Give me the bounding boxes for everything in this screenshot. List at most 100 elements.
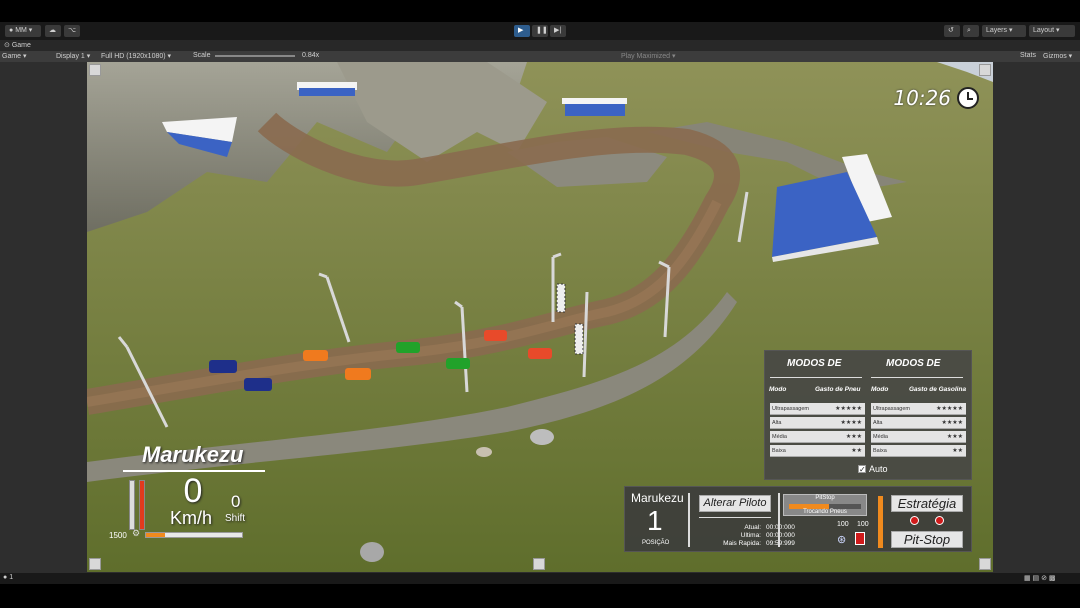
play-maximized-label: Play Maximized xyxy=(621,53,671,60)
best-time-value: 09:59:999 xyxy=(766,540,795,547)
console-indicator[interactable]: ● 1 xyxy=(3,574,13,581)
tire-mode-row[interactable]: Baixa ★★ xyxy=(770,445,865,457)
pause-button[interactable]: ❚❚ xyxy=(532,25,548,37)
race-info-panel: Marukezu 1 POSIÇÃO Alterar Piloto Atual:… xyxy=(624,486,972,552)
last-time-value: 00:00:000 xyxy=(766,532,795,539)
divider xyxy=(778,493,780,547)
strategy-button[interactable]: Estratégia xyxy=(891,495,963,512)
fuel-mode-header: Modo xyxy=(871,386,889,393)
cloud-icon[interactable]: ☁ xyxy=(45,25,61,37)
mode-label: Média xyxy=(772,434,787,440)
tire-mode-row[interactable]: Alta ★★★★ xyxy=(770,417,865,429)
lap-time-values: 00:00:000 00:00:000 09:59:999 xyxy=(766,524,795,548)
mode-stars: ★★★ xyxy=(845,434,862,440)
status-bar: ● 1 ▦ ▤ ⊘ ▩ xyxy=(0,573,1080,584)
game-view-toolbar: Game ▾ Display 1 ▾ Full HD (1920x1080) ▾… xyxy=(0,51,1080,62)
stats-button[interactable]: Stats xyxy=(1020,52,1036,59)
gizmos-dropdown[interactable]: Gizmos ▾ xyxy=(1043,52,1072,60)
mode-label: Média xyxy=(873,434,888,440)
layers-label: Layers xyxy=(986,27,1008,34)
display-dropdown[interactable]: Display 1 ▾ xyxy=(56,52,90,60)
divider xyxy=(871,377,963,378)
fuel-mode-row[interactable]: Baixa ★★ xyxy=(871,445,966,457)
brake-gauge xyxy=(139,480,145,530)
modes-panel: MODOS DE MODOS DE Modo Gasto de Pneu Mod… xyxy=(764,350,972,480)
game-tab-label: Game xyxy=(11,42,31,49)
fuel-mode-row[interactable]: Alta ★★★★ xyxy=(871,417,966,429)
status-icons[interactable]: ▦ ▤ ⊘ ▩ xyxy=(1024,574,1056,582)
divider xyxy=(770,377,862,378)
account-button[interactable]: ● MM ▾ xyxy=(5,25,41,37)
fuel-pump-icon xyxy=(855,532,865,545)
throttle-gauge xyxy=(129,480,135,530)
divider xyxy=(699,517,771,518)
collab-icon[interactable]: ⌥ xyxy=(64,25,80,37)
tire-warning-icon[interactable] xyxy=(910,516,919,525)
pitstop-status: Trocando Pneus xyxy=(803,509,847,515)
game-viewport[interactable]: 10:26 Marukezu 0 Km/h 0 Shift 1500 ⚙ MOD… xyxy=(87,62,993,572)
gear-value: 0 xyxy=(231,492,241,511)
layout-dropdown[interactable]: Layout ▾ xyxy=(1029,25,1075,37)
mode-label: Alta xyxy=(772,420,782,426)
rpm-value: 1500 xyxy=(109,531,127,540)
search-icon[interactable]: ⌕ xyxy=(963,25,979,37)
play-maximized-dropdown[interactable]: Play Maximized ▾ xyxy=(621,52,675,60)
tire-mode-header: Modo xyxy=(769,386,787,393)
pitstop-button[interactable]: Pit-Stop xyxy=(891,531,963,548)
play-button[interactable]: ▶ xyxy=(514,25,530,37)
viewport-corner-handle[interactable] xyxy=(89,558,101,570)
auto-toggle[interactable]: ✓ Auto xyxy=(858,464,888,474)
tire-mode-row[interactable]: Ultrapassagem ★★★★★ xyxy=(770,403,865,415)
position-value: 1 xyxy=(647,505,663,536)
mode-label: Alta xyxy=(873,420,883,426)
change-driver-button[interactable]: Alterar Piloto xyxy=(699,495,771,512)
auto-checkbox[interactable]: ✓ xyxy=(858,465,866,474)
display-label: Display 1 xyxy=(56,53,85,60)
pitstop-title: PitStop xyxy=(815,495,835,501)
current-time-label: Atual: xyxy=(744,524,761,531)
viewport-corner-handle[interactable] xyxy=(979,558,991,570)
lap-time-labels: Atual: Ultima: Mais Rapida: xyxy=(691,524,761,548)
mode-stars: ★★★★★ xyxy=(835,406,862,412)
brake-gauge-fill xyxy=(140,481,144,529)
layout-label: Layout xyxy=(1033,27,1055,34)
fuel-warning-icon[interactable] xyxy=(935,516,944,525)
speed-unit: Km/h xyxy=(170,508,213,528)
mode-label: Baixa xyxy=(873,448,887,454)
tire-value: 100 xyxy=(837,521,849,528)
gizmos-label: Gizmos xyxy=(1043,53,1067,60)
fuel-usage-header: Gasto de Gasolina xyxy=(909,386,967,393)
engine-icon: ⚙ xyxy=(132,528,141,538)
speed-value: 0 xyxy=(183,472,203,510)
tire-mode-row[interactable]: Média ★★★ xyxy=(770,431,865,443)
fuel-mode-row[interactable]: Ultrapassagem ★★★★★ xyxy=(871,403,966,415)
scale-slider[interactable] xyxy=(215,55,295,57)
fuel-mode-row[interactable]: Média ★★★ xyxy=(871,431,966,443)
tab-bar: ⊙ Game xyxy=(0,40,1080,51)
game-tab[interactable]: ⊙ Game xyxy=(4,41,31,49)
mode-label: Ultrapassagem xyxy=(873,406,910,412)
resolution-dropdown[interactable]: Full HD (1920x1080) ▾ xyxy=(101,52,171,60)
viewport-corner-handle[interactable] xyxy=(89,64,101,76)
best-time-label: Mais Rapida: xyxy=(723,540,761,547)
view-mode-label: Game xyxy=(2,53,22,60)
fuel-value: 100 xyxy=(857,521,869,528)
account-label: MM xyxy=(15,27,27,34)
view-mode-dropdown[interactable]: Game ▾ xyxy=(2,52,27,60)
viewport-corner-handle[interactable] xyxy=(533,558,545,570)
mode-stars: ★★★★ xyxy=(840,420,862,426)
console-count: 1 xyxy=(9,574,14,581)
grandstand-mid xyxy=(562,98,627,116)
layers-dropdown[interactable]: Layers ▾ xyxy=(982,25,1026,37)
grandstand-top xyxy=(297,82,357,96)
viewport-corner-handle[interactable] xyxy=(979,64,991,76)
step-button[interactable]: ▶| xyxy=(550,25,566,37)
race-clock: 10:26 xyxy=(893,86,979,110)
unity-editor-window: ● MM ▾ ☁ ⌥ ▶ ❚❚ ▶| ↺ ⌕ Layers ▾ Layout ▾… xyxy=(0,0,1080,608)
driver-name: Marukezu xyxy=(142,442,244,467)
resolution-label: Full HD (1920x1080) xyxy=(101,53,166,60)
divider xyxy=(688,493,690,547)
mode-stars: ★★★★★ xyxy=(936,406,963,412)
history-icon[interactable]: ↺ xyxy=(944,25,960,37)
mode-stars: ★★★★ xyxy=(941,420,963,426)
